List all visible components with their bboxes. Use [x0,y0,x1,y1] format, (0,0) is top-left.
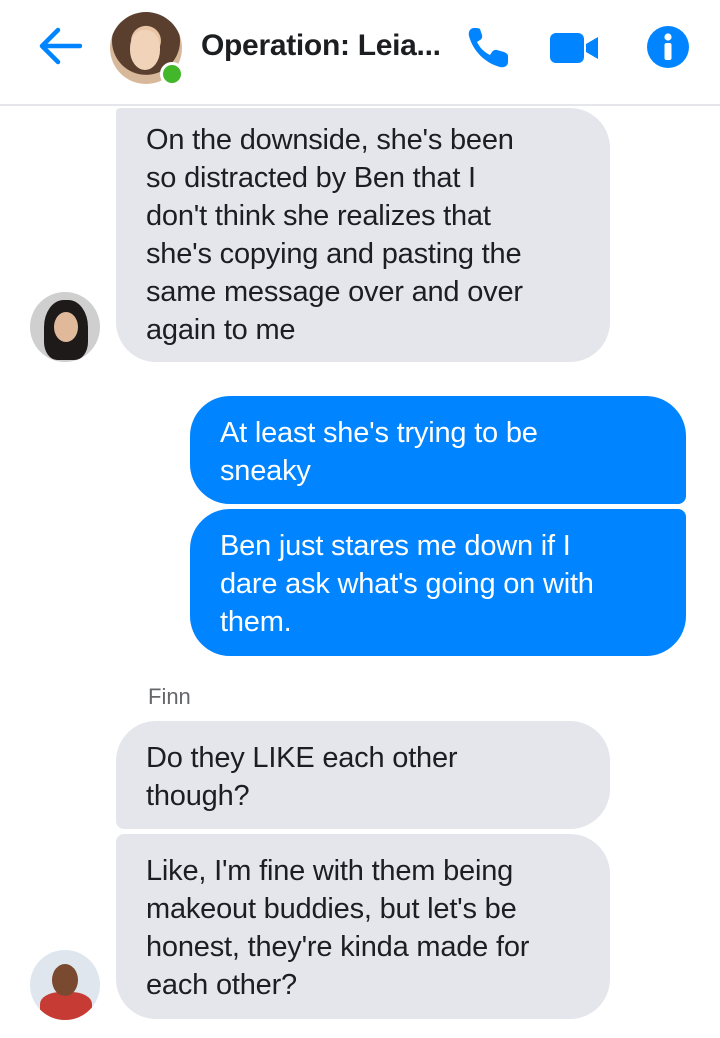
video-call-button[interactable] [548,30,602,66]
avatar-body [40,992,92,1020]
back-button[interactable] [38,26,83,66]
conversation-info-button[interactable] [646,25,690,69]
avatar-face [130,30,160,70]
incoming-message[interactable]: Like, I'm fine with them being makeout b… [116,834,610,1019]
online-status-indicator [160,62,184,86]
sender-name-label: Finn [148,684,191,709]
sender-avatar[interactable] [30,950,100,1020]
info-icon [647,26,689,68]
conversation-title[interactable]: Operation: Leia... [201,29,461,63]
incoming-message[interactable]: On the downside, she's been so distracte… [116,108,610,362]
conversation-header: Operation: Leia... [0,0,720,106]
sender-avatar[interactable] [30,292,100,362]
incoming-message[interactable]: Do they LIKE each other though? [116,721,610,829]
arrow-left-icon [39,27,83,65]
outgoing-message[interactable]: Ben just stares me down if I dare ask wh… [190,509,686,656]
phone-icon [468,28,508,68]
avatar-face [52,964,78,996]
voice-call-button[interactable] [464,24,516,72]
video-camera-icon [550,33,598,63]
outgoing-message[interactable]: At least she's trying to be sneaky [190,396,686,504]
avatar-face [54,312,78,342]
